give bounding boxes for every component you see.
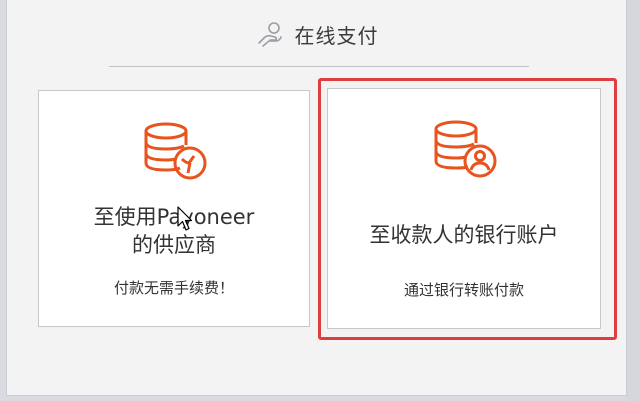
option-title-bank-account: 至收款人的银行账户 (369, 223, 559, 247)
window-edge (627, 0, 640, 401)
database-payoneer-icon (138, 119, 210, 185)
option-subtitle-bank-account: 通过银行转账付款 (403, 281, 524, 299)
online-payment-panel: 在线支付 至使用Payoneer 的供应商 付款无需手续费！ 至收款人的银行账户… (6, 0, 627, 396)
database-user-icon (428, 117, 500, 183)
option-subtitle-payoneer: 付款无需手续费！ (113, 279, 234, 297)
option-card-payoneer[interactable]: 至使用Payoneer 的供应商 付款无需手续费！ (38, 90, 310, 327)
panel-title: 在线支付 (294, 23, 379, 48)
header-divider (109, 66, 529, 67)
panel-header: 在线支付 (7, 12, 626, 56)
mouse-cursor-icon (177, 206, 193, 232)
option-card-bank-account[interactable]: 至收款人的银行账户 通过银行转账付款 (327, 88, 601, 329)
option-title-payoneer: 至使用Payoneer 的供应商 (93, 205, 255, 257)
hand-coin-icon (255, 19, 285, 49)
